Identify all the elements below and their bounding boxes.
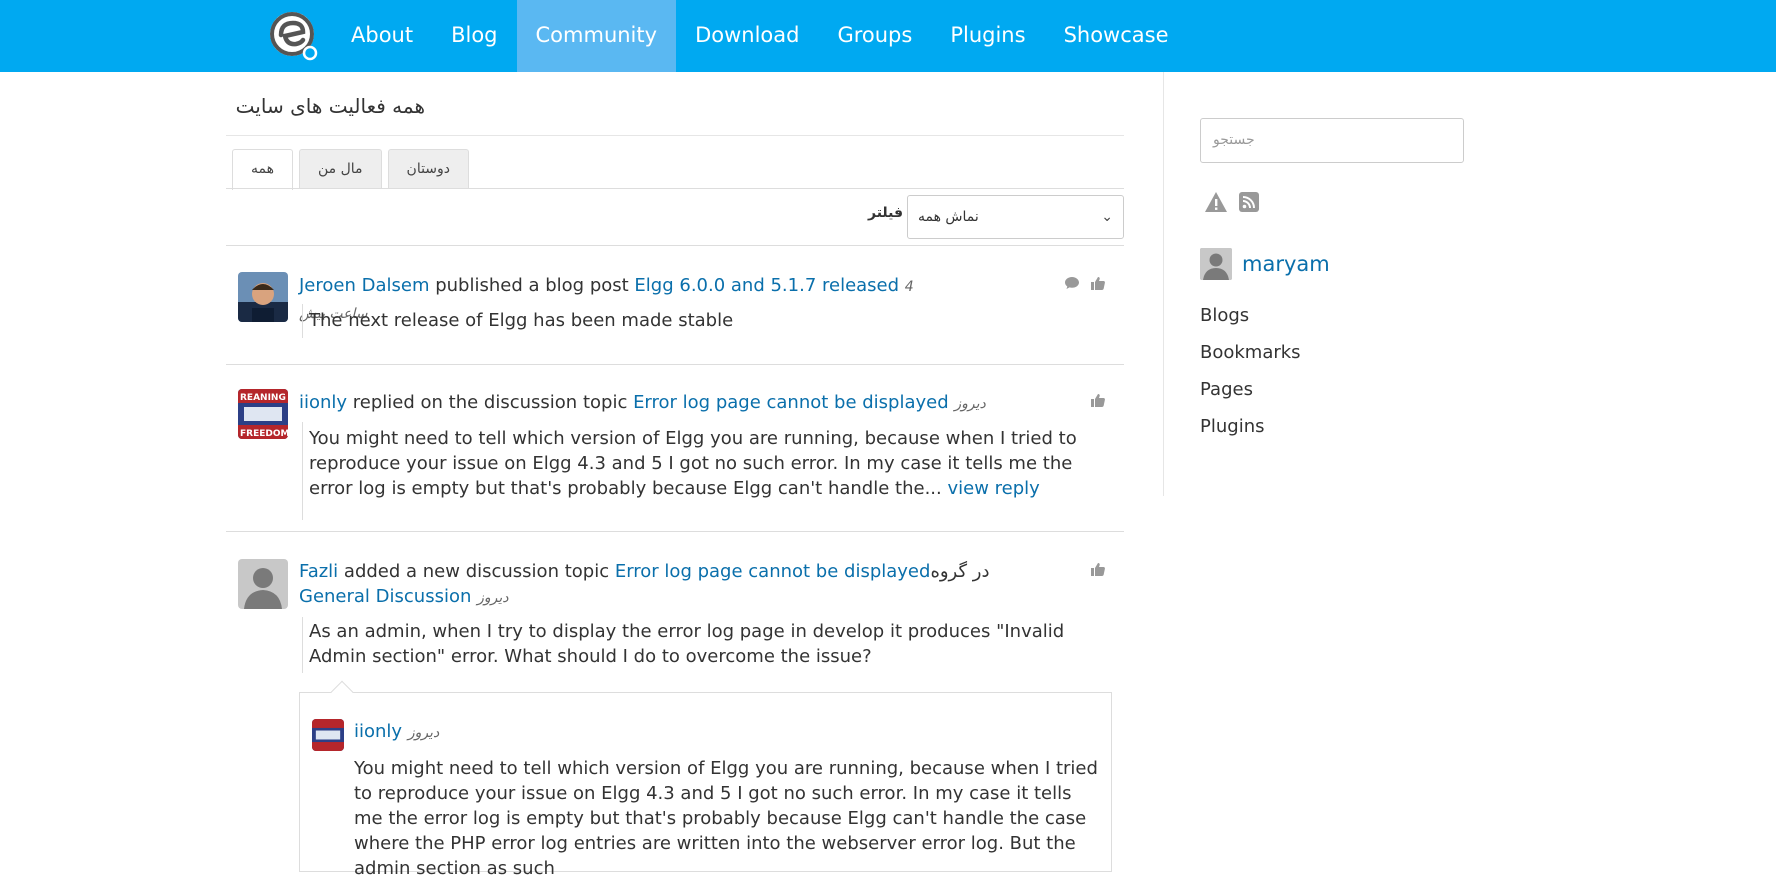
- item-actions: [1090, 392, 1106, 412]
- target-link[interactable]: Error log page cannot be displayed: [633, 392, 949, 413]
- divider: [226, 245, 1124, 246]
- quote-bar: [302, 617, 303, 673]
- reply-header: iionly دیروز: [354, 719, 439, 746]
- target-link[interactable]: Error log page cannot be displayed: [615, 561, 931, 582]
- tab-mine[interactable]: مال من: [298, 149, 382, 189]
- avatar[interactable]: [312, 719, 344, 751]
- reply-user-link[interactable]: iionly: [354, 721, 402, 742]
- filter-select-value: نماش همه: [918, 209, 979, 225]
- thumbs-up-icon[interactable]: [1090, 275, 1106, 295]
- sidebar-item-plugins[interactable]: Plugins: [1200, 413, 1301, 450]
- thumbs-up-icon[interactable]: [1090, 392, 1106, 412]
- activity-action: published a blog post: [429, 275, 635, 296]
- activity-action: replied on the discussion topic: [347, 392, 634, 413]
- sidebar-item-pages[interactable]: Pages: [1200, 376, 1301, 413]
- divider: [226, 188, 1124, 189]
- target-link[interactable]: Elgg 6.0.0 and 5.1.7 released: [634, 275, 899, 296]
- comment-icon[interactable]: [1064, 275, 1080, 295]
- sidebar-divider: [1163, 72, 1164, 496]
- item-actions: [1064, 275, 1106, 295]
- sidebar-menu: Blogs Bookmarks Pages Plugins: [1200, 302, 1301, 450]
- warning-icon[interactable]: [1204, 191, 1228, 218]
- group-prefix: در گروه: [930, 561, 996, 582]
- nav-showcase[interactable]: Showcase: [1045, 0, 1188, 72]
- svg-text:FREEDOM VI: FREEDOM VI: [240, 429, 288, 439]
- avatar[interactable]: [1200, 248, 1232, 280]
- avatar[interactable]: REANING FRE FREEDOM VI: [238, 389, 288, 439]
- user-link[interactable]: Jeroen Dalsem: [299, 275, 429, 296]
- nav-blog[interactable]: Blog: [432, 0, 516, 72]
- reply-preview: iionly دیروز You might need to tell whic…: [299, 680, 1112, 879]
- activity-summary: iionly replied on the discussion topic E…: [299, 390, 1049, 417]
- username-link[interactable]: maryam: [1242, 252, 1330, 276]
- filter-label: فیلتر: [868, 205, 904, 221]
- chevron-down-icon: ⌄: [1101, 209, 1113, 225]
- divider: [226, 531, 1124, 532]
- thumbs-up-icon[interactable]: [1090, 561, 1106, 581]
- current-user[interactable]: maryam: [1200, 248, 1330, 280]
- nav-plugins[interactable]: Plugins: [931, 0, 1044, 72]
- divider: [226, 364, 1124, 365]
- timestamp: دیروز: [407, 725, 440, 741]
- activity-excerpt: As an admin, when I try to display the e…: [309, 621, 1065, 667]
- nav-about[interactable]: About: [332, 0, 432, 72]
- view-reply-link[interactable]: view reply: [947, 478, 1039, 499]
- activity-excerpt: You might need to tell which version of …: [309, 426, 1114, 501]
- activity-action: added a new discussion topic: [338, 561, 615, 582]
- divider: [226, 135, 1124, 136]
- user-link[interactable]: iionly: [299, 392, 347, 413]
- sidebar-icons: [1204, 191, 1260, 218]
- nav-download[interactable]: Download: [676, 0, 818, 72]
- quote-bar: [302, 422, 303, 520]
- reply-text: You might need to tell which version of …: [354, 758, 1098, 879]
- user-link[interactable]: Fazli: [299, 561, 338, 582]
- activity-excerpt: The next release of Elgg has been made s…: [309, 310, 734, 331]
- nav-community[interactable]: Community: [516, 0, 677, 72]
- rss-icon[interactable]: [1238, 191, 1260, 218]
- page-title: همه فعالیت های سایت: [235, 94, 425, 118]
- main-nav: About Blog Community Download Groups Plu…: [332, 0, 1188, 72]
- elgg-logo-icon[interactable]: [266, 8, 322, 64]
- sidebar-item-blogs[interactable]: Blogs: [1200, 302, 1301, 339]
- nav-groups[interactable]: Groups: [818, 0, 931, 72]
- item-actions: [1090, 561, 1106, 581]
- timestamp: دیروز: [954, 396, 986, 412]
- top-navigation-bar: About Blog Community Download Groups Plu…: [0, 0, 1776, 72]
- svg-text:REANING FRE: REANING FRE: [240, 393, 288, 403]
- avatar[interactable]: [238, 272, 288, 322]
- reply-notch: [330, 680, 354, 704]
- filter-tabs: همه مال من دوستان: [232, 149, 470, 190]
- search-placeholder: جستجو: [1213, 132, 1255, 148]
- activity-summary: Fazli added a new discussion topic Error…: [299, 559, 1029, 611]
- timestamp: دیروز: [477, 590, 509, 606]
- tab-all[interactable]: همه: [232, 149, 293, 190]
- group-link[interactable]: General Discussion: [299, 586, 471, 607]
- filter-select[interactable]: نماش همه ⌄: [907, 195, 1124, 239]
- tab-friends[interactable]: دوستان: [387, 149, 470, 189]
- avatar[interactable]: [238, 559, 288, 609]
- quote-bar: [302, 304, 303, 338]
- sidebar-item-bookmarks[interactable]: Bookmarks: [1200, 339, 1301, 376]
- search-input[interactable]: جستجو: [1200, 118, 1464, 163]
